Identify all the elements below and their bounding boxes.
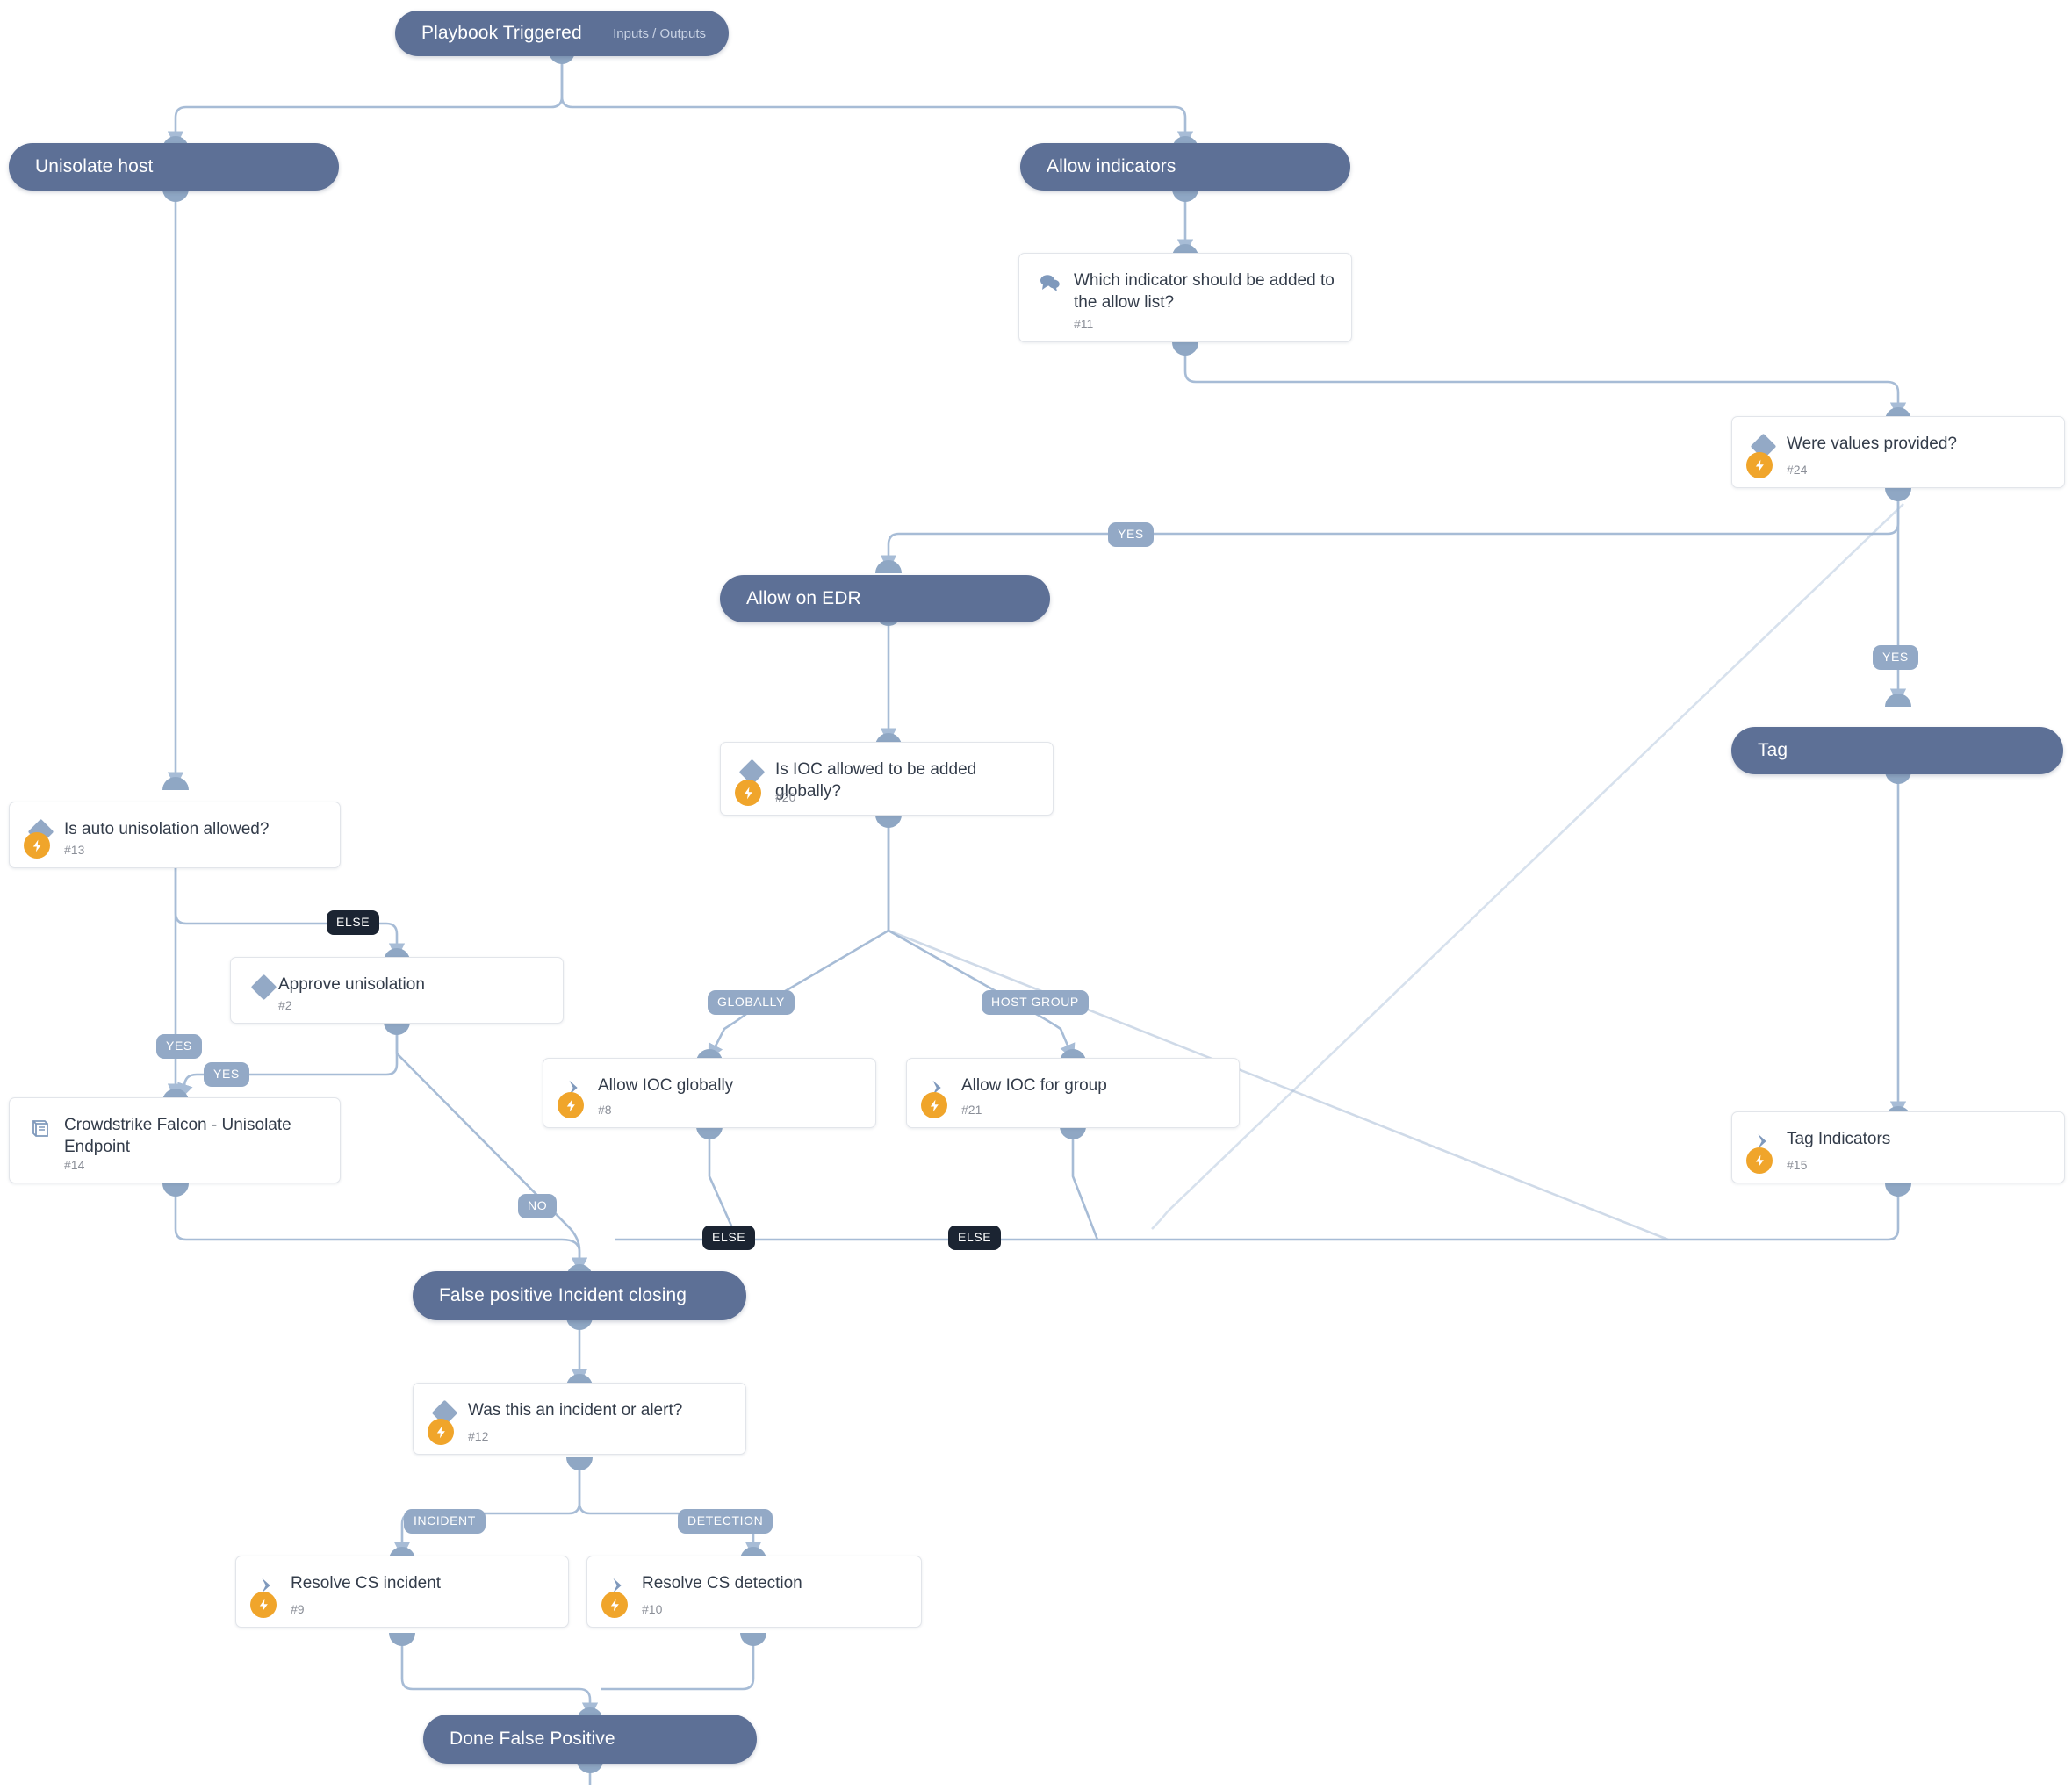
node-number: #10: [642, 1602, 663, 1616]
branch-label-globally[interactable]: GLOBALLY: [708, 990, 795, 1015]
node-false-positive-incident-closing[interactable]: False positive Incident closing: [413, 1271, 746, 1320]
node-number: #2: [278, 998, 292, 1012]
node-title: Were values provided?: [1787, 435, 1957, 453]
node-which-indicator[interactable]: Which indicator should be added to the a…: [1018, 253, 1352, 342]
node-title: Playbook Triggered: [421, 23, 582, 43]
node-number: #21: [961, 1103, 982, 1117]
port-incalert-out: [566, 1457, 593, 1470]
node-title: Allow indicators: [1047, 156, 1176, 176]
branch-label-host-group[interactable]: HOST GROUP: [982, 990, 1089, 1015]
node-title: Was this an incident or alert?: [468, 1401, 683, 1420]
node-resolve-cs-incident[interactable]: Resolve CS incident #9: [235, 1556, 569, 1628]
node-title: Is IOC allowed to be added globally?: [775, 760, 977, 801]
branch-label-else-host-group[interactable]: ELSE: [948, 1226, 1002, 1250]
node-number: #11: [1074, 317, 1094, 331]
diamond-icon: [250, 974, 277, 1000]
node-title: Allow on EDR: [746, 588, 861, 608]
port-tag-in: [1885, 694, 1911, 707]
node-is-auto-unisolation-allowed[interactable]: Is auto unisolation allowed? #13: [9, 802, 341, 868]
port-resinc-out: [389, 1633, 415, 1646]
port-resdet-out: [740, 1633, 766, 1646]
node-title: False positive Incident closing: [439, 1285, 687, 1305]
port-tagind-out: [1885, 1183, 1911, 1197]
node-playbook-triggered[interactable]: Playbook Triggered Inputs / Outputs: [395, 11, 729, 56]
node-title: Done False Positive: [450, 1729, 615, 1749]
branch-label-detection[interactable]: DETECTION: [678, 1509, 773, 1534]
node-allow-indicators[interactable]: Allow indicators: [1020, 143, 1350, 191]
automation-badge-icon: [250, 1592, 277, 1618]
node-resolve-cs-detection[interactable]: Resolve CS detection #10: [586, 1556, 922, 1628]
port-iocglobal-out: [875, 815, 902, 828]
port-allowind-out: [1172, 189, 1198, 202]
node-number: #20: [775, 790, 796, 804]
branch-label-no-approve[interactable]: NO: [518, 1194, 558, 1218]
port-werevalues-out: [1885, 488, 1911, 501]
branch-label-incident[interactable]: INCIDENT: [404, 1509, 486, 1534]
branch-label-else-globally[interactable]: ELSE: [702, 1226, 756, 1250]
node-inputs-outputs[interactable]: Inputs / Outputs: [613, 26, 729, 41]
node-title: Crowdstrike Falcon - Unisolate Endpoint: [64, 1116, 291, 1156]
node-number: #12: [468, 1429, 489, 1443]
branch-label-yes-tag[interactable]: YES: [1873, 645, 1918, 670]
automation-badge-icon: [735, 780, 761, 806]
branch-label-yes-auto-unisolation[interactable]: YES: [156, 1034, 202, 1059]
node-number: #13: [64, 843, 85, 857]
branch-label-yes-values-provided[interactable]: YES: [1108, 522, 1154, 547]
node-tag[interactable]: Tag: [1731, 727, 2063, 774]
playbook-canvas[interactable]: Playbook Triggered Inputs / Outputs Unis…: [0, 0, 2072, 1790]
node-done-false-positive[interactable]: Done False Positive: [423, 1715, 757, 1764]
automation-badge-icon: [558, 1092, 584, 1118]
node-allow-ioc-globally[interactable]: Allow IOC globally #8: [543, 1058, 876, 1128]
node-number: #9: [291, 1602, 305, 1616]
port-autounis-in: [162, 777, 189, 790]
port-cs-out: [162, 1183, 189, 1197]
port-iocglob-out: [696, 1126, 723, 1139]
automation-badge-icon: [921, 1092, 947, 1118]
node-number: #8: [598, 1103, 612, 1117]
node-title: Unisolate host: [35, 156, 154, 176]
node-allow-ioc-for-group[interactable]: Allow IOC for group #21: [906, 1058, 1240, 1128]
branch-label-else-auto-unisolation[interactable]: ELSE: [327, 910, 380, 935]
port-edr-in: [875, 560, 902, 573]
node-title: Resolve CS incident: [291, 1574, 442, 1592]
node-title: Tag: [1758, 740, 1788, 760]
node-title: Approve unisolation: [278, 975, 425, 994]
automation-badge-icon: [428, 1419, 454, 1445]
node-crowdstrike-unisolate-endpoint[interactable]: Crowdstrike Falcon - Unisolate Endpoint …: [9, 1097, 341, 1183]
port-approve-out: [384, 1022, 410, 1035]
automation-badge-icon: [1746, 1147, 1773, 1174]
node-title: Allow IOC for group: [961, 1076, 1107, 1095]
node-title: Tag Indicators: [1787, 1130, 1891, 1148]
node-number: #24: [1787, 463, 1808, 477]
port-whichind-out: [1172, 342, 1198, 356]
node-number: #15: [1787, 1158, 1808, 1172]
node-title: Allow IOC globally: [598, 1076, 734, 1095]
node-were-values-provided[interactable]: Were values provided? #24: [1731, 416, 2065, 488]
node-tag-indicators[interactable]: Tag Indicators #15: [1731, 1111, 2065, 1183]
node-title: Is auto unisolation allowed?: [64, 820, 270, 838]
chat-icon: [1037, 270, 1063, 296]
port-unisolate-out: [162, 189, 189, 202]
branch-label-yes-approve[interactable]: YES: [204, 1062, 249, 1087]
automation-badge-icon: [1746, 452, 1773, 478]
automation-badge-icon: [24, 832, 50, 859]
node-approve-unisolation[interactable]: Approve unisolation #2: [230, 957, 564, 1024]
node-title: Resolve CS detection: [642, 1574, 802, 1592]
node-number: #14: [64, 1158, 85, 1172]
automation-badge-icon: [601, 1592, 628, 1618]
node-is-ioc-allowed-globally[interactable]: Is IOC allowed to be added globally? #20: [720, 742, 1054, 816]
node-was-this-incident-or-alert[interactable]: Was this an incident or alert? #12: [413, 1383, 746, 1455]
port-iocgrp-out: [1060, 1126, 1086, 1139]
node-allow-on-edr[interactable]: Allow on EDR: [720, 575, 1050, 622]
node-title: Which indicator should be added to the a…: [1074, 271, 1335, 312]
node-unisolate-host[interactable]: Unisolate host: [9, 143, 339, 191]
book-icon: [27, 1116, 54, 1142]
